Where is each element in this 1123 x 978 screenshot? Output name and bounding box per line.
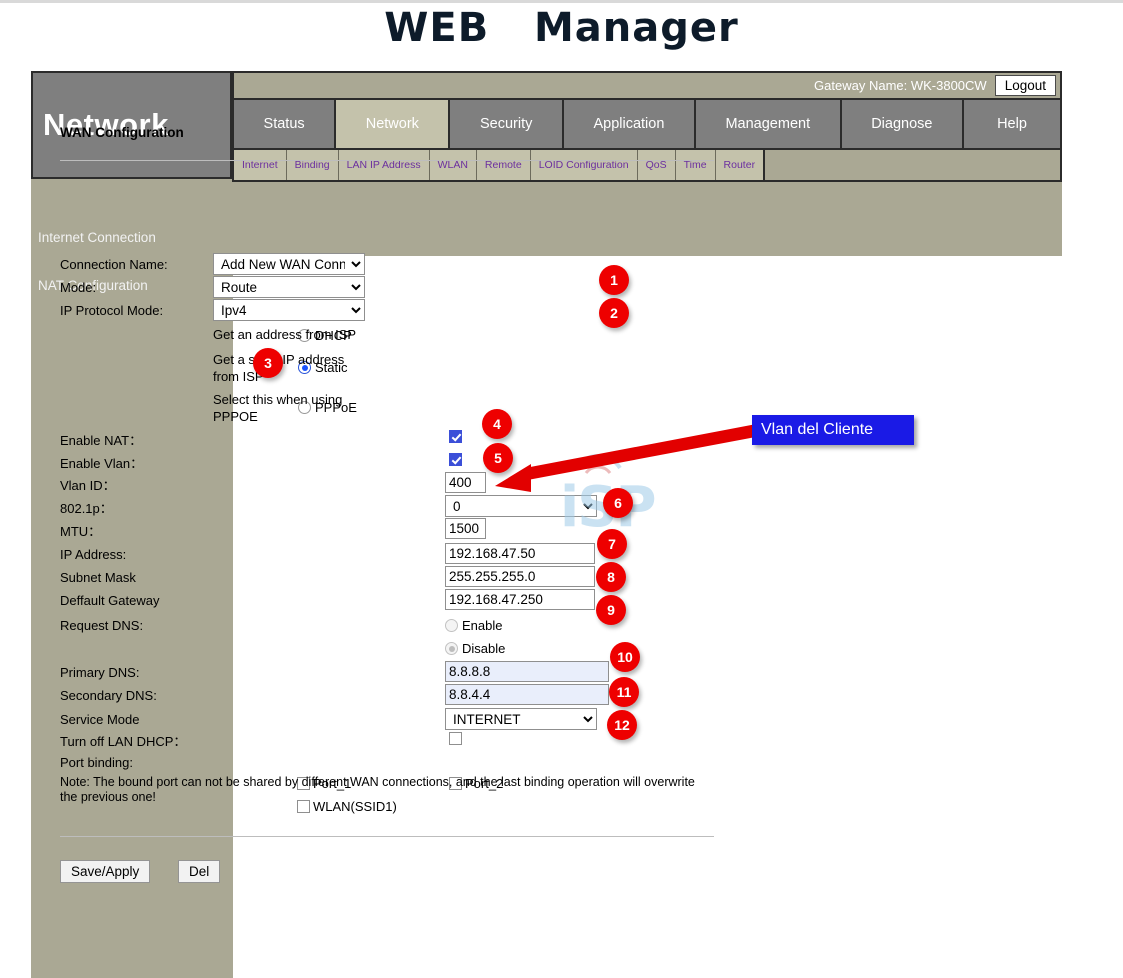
turn-off-lan-dhcp-label: Turn off LAN DHCP： bbox=[60, 734, 186, 749]
default-gateway-label: Deffault Gateway bbox=[60, 593, 159, 608]
annotation-badge-11: 11 bbox=[609, 677, 639, 707]
dot1p-label: 802.1p： bbox=[60, 501, 113, 516]
subnet-mask-input[interactable] bbox=[445, 566, 595, 587]
annotation-badge-3: 3 bbox=[253, 348, 283, 378]
subnet-mask-label: Subnet Mask bbox=[60, 570, 136, 585]
sub-nav-tabs: Internet Binding LAN IP Address WLAN Rem… bbox=[232, 150, 1062, 182]
dhcp-description: Get an address from ISP bbox=[213, 326, 373, 343]
static-description: Get a static IP address from ISP bbox=[213, 351, 373, 385]
mtu-label: MTU： bbox=[60, 524, 101, 539]
annotation-badge-7: 7 bbox=[597, 529, 627, 559]
tab-help[interactable]: Help bbox=[964, 100, 1060, 148]
mode-label: Mode: bbox=[60, 280, 96, 295]
wan-configuration-heading: WAN Configuration bbox=[60, 125, 184, 140]
gateway-bar: Gateway Name: WK-3800CW Logout bbox=[232, 71, 1062, 98]
tab-management[interactable]: Management bbox=[696, 100, 842, 148]
secondary-dns-label: Secondary DNS: bbox=[60, 688, 157, 703]
subtab-binding[interactable]: Binding bbox=[287, 150, 339, 180]
connection-name-label: Connection Name: bbox=[60, 257, 168, 272]
ip-protocol-mode-select[interactable]: Ipv4 bbox=[213, 299, 365, 321]
subtab-qos[interactable]: QoS bbox=[638, 150, 676, 180]
enable-nat-checkbox[interactable] bbox=[449, 430, 462, 443]
subtab-wlan[interactable]: WLAN bbox=[430, 150, 477, 180]
annotation-badge-8: 8 bbox=[596, 562, 626, 592]
mtu-input[interactable] bbox=[445, 518, 486, 539]
secondary-dns-input[interactable] bbox=[445, 684, 609, 705]
annotation-badge-1: 1 bbox=[599, 265, 629, 295]
tab-application[interactable]: Application bbox=[564, 100, 696, 148]
annotation-badge-2: 2 bbox=[599, 298, 629, 328]
default-gateway-input[interactable] bbox=[445, 589, 595, 610]
vlan-id-input[interactable] bbox=[445, 472, 486, 493]
radio-dns-enable-icon[interactable] bbox=[445, 619, 458, 632]
tab-diagnose[interactable]: Diagnose bbox=[842, 100, 964, 148]
vlan-id-label: Vlan ID： bbox=[60, 478, 116, 493]
del-button[interactable]: Del bbox=[178, 860, 220, 883]
subtab-router[interactable]: Router bbox=[716, 150, 764, 180]
tab-security[interactable]: Security bbox=[450, 100, 563, 148]
ip-protocol-mode-label: IP Protocol Mode: bbox=[60, 303, 163, 318]
enable-nat-label: Enable NAT： bbox=[60, 433, 142, 448]
mode-select[interactable]: Route bbox=[213, 276, 365, 298]
connection-name-select[interactable]: Add New WAN Connection bbox=[213, 253, 365, 275]
callout-arrow-icon bbox=[495, 420, 770, 500]
tab-status[interactable]: Status bbox=[234, 100, 336, 148]
pppoe-description: Select this when using PPPOE bbox=[213, 391, 373, 425]
radio-dns-disable-icon[interactable] bbox=[445, 642, 458, 655]
request-dns-disable-label: Disable bbox=[462, 641, 505, 656]
subtab-lan-ip-address[interactable]: LAN IP Address bbox=[339, 150, 430, 180]
request-dns-enable-option[interactable]: Enable bbox=[445, 618, 502, 633]
request-dns-label: Request DNS: bbox=[60, 618, 143, 633]
annotation-badge-12: 12 bbox=[607, 710, 637, 740]
annotation-badge-10: 10 bbox=[610, 642, 640, 672]
checkbox-unchecked-icon[interactable] bbox=[449, 732, 462, 745]
save-apply-button[interactable]: Save/Apply bbox=[60, 860, 150, 883]
gateway-name-label: Gateway Name: WK-3800CW bbox=[814, 78, 987, 93]
sub-nav-filler bbox=[765, 150, 1060, 180]
ip-address-input[interactable] bbox=[445, 543, 595, 564]
checkbox-checked-icon[interactable] bbox=[449, 430, 462, 443]
enable-vlan-checkbox[interactable] bbox=[449, 453, 462, 466]
page-title: WEB Manager bbox=[0, 5, 1123, 51]
request-dns-disable-option[interactable]: Disable bbox=[445, 641, 505, 656]
enable-vlan-label: Enable Vlan： bbox=[60, 456, 143, 471]
ip-address-label: IP Address: bbox=[60, 547, 126, 562]
app-frame: Network Internet Connection NAT Configur… bbox=[31, 71, 1062, 978]
tab-network[interactable]: Network bbox=[336, 100, 450, 148]
port-binding-label: Port binding: bbox=[60, 755, 133, 770]
divider-bottom bbox=[60, 836, 714, 837]
divider-top bbox=[60, 160, 714, 161]
sub-nav-group: Internet Binding LAN IP Address WLAN Rem… bbox=[234, 150, 765, 180]
port-binding-note: Note: The bound port can not be shared b… bbox=[60, 775, 700, 805]
subtab-remote[interactable]: Remote bbox=[477, 150, 531, 180]
top-divider bbox=[0, 0, 1123, 3]
service-mode-select[interactable]: INTERNET bbox=[445, 708, 597, 730]
logout-button[interactable]: Logout bbox=[995, 75, 1056, 96]
main-nav-tabs: Status Network Security Application Mana… bbox=[232, 98, 1062, 150]
callout-vlan-del-cliente: Vlan del Cliente bbox=[752, 415, 914, 445]
turn-off-lan-dhcp-checkbox[interactable] bbox=[449, 732, 462, 745]
subtab-internet[interactable]: Internet bbox=[234, 150, 287, 180]
annotation-badge-9: 9 bbox=[596, 595, 626, 625]
subtab-time[interactable]: Time bbox=[676, 150, 716, 180]
primary-dns-label: Primary DNS: bbox=[60, 665, 139, 680]
subtab-loid-configuration[interactable]: LOID Configuration bbox=[531, 150, 638, 180]
request-dns-enable-label: Enable bbox=[462, 618, 502, 633]
callout-text: Vlan del Cliente bbox=[761, 421, 873, 439]
service-mode-label: Service Mode bbox=[60, 712, 139, 727]
sidebar-item-internet-connection[interactable]: Internet Connection bbox=[31, 224, 156, 251]
right-column: Gateway Name: WK-3800CW Logout Status Ne… bbox=[232, 71, 1062, 978]
checkbox-checked-icon[interactable] bbox=[449, 453, 462, 466]
primary-dns-input[interactable] bbox=[445, 661, 609, 682]
